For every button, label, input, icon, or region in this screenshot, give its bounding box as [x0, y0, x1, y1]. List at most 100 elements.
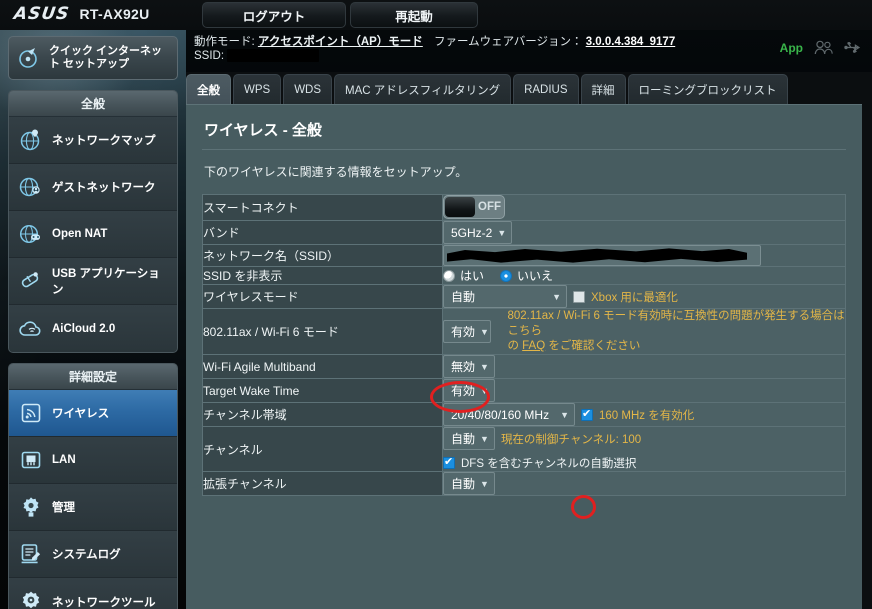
value-target-wake-time: 有効 ▼	[442, 378, 846, 403]
tab-radius[interactable]: RADIUS	[513, 74, 579, 104]
administration-icon	[23, 497, 39, 517]
quick-setup-icon	[19, 48, 37, 68]
hide-ssid-radio-group: はい いいえ	[443, 267, 845, 284]
sidebar-item-network-tools[interactable]: ネットワークツール	[9, 578, 177, 609]
channel-controls: 自動 ▼ 現在の制御チャンネル: 100 DFS を含むチャンネルの自動選択	[443, 427, 845, 471]
ax-mode-note: 802.11ax / Wi-Fi 6 モード有効時に互換性の問題が発生する場合は…	[507, 309, 845, 354]
sidebar-item-aicloud[interactable]: AiCloud 2.0	[9, 305, 177, 352]
chevron-down-icon: ▼	[497, 227, 507, 238]
quick-internet-setup-label: クイック インターネット セットアップ	[49, 44, 163, 71]
agile-multiband-select[interactable]: 無効 ▼	[443, 355, 495, 378]
header-icon-group: App	[780, 40, 864, 55]
current-control-channel-text: 現在の制御チャンネル: 100	[500, 433, 642, 446]
sidebar-item-lan-label: LAN	[52, 454, 76, 466]
label-hide-ssid: SSID を非表示	[202, 266, 443, 285]
network-map-icon	[20, 129, 40, 151]
value-extension-channel: 自動 ▼	[442, 471, 846, 496]
tab-mac-address-filtering[interactable]: MAC アドレスフィルタリング	[334, 74, 512, 104]
router-admin-page: ASUS RT-AX92U ログアウト 再起動 動作モード: アクセスポイント（…	[0, 0, 872, 609]
sidebar-group-advanced: 詳細設定 ワイヤレス LAN 管理 システムログ ネットワークツール	[8, 363, 178, 609]
users-icon[interactable]	[814, 40, 833, 55]
quick-internet-setup-button[interactable]: クイック インターネット セットアップ	[8, 36, 178, 80]
sidebar-item-open-nat[interactable]: Open NAT	[9, 211, 177, 258]
operation-mode-link[interactable]: アクセスポイント（AP）モード	[258, 36, 423, 48]
row-smart-connect: スマートコネクト OFF	[202, 194, 846, 221]
lan-icon	[21, 451, 41, 469]
chevron-down-icon: ▼	[480, 385, 489, 396]
header-ssid-redacted-value	[227, 49, 320, 62]
page-title: ワイヤレス - 全般	[204, 122, 322, 139]
sidebar-item-network-tools-label: ネットワークツール	[52, 596, 156, 609]
usb-icon[interactable]	[844, 40, 864, 55]
sidebar-item-aicloud-label: AiCloud 2.0	[52, 322, 116, 335]
channel-bandwidth-controls: 20/40/80/160 MHz ▼ 160 MHz を有効化	[443, 403, 845, 426]
band-select[interactable]: 5GHz-2 ▼	[443, 221, 513, 244]
chevron-down-icon: ▼	[480, 361, 489, 372]
sidebar-item-lan[interactable]: LAN	[9, 437, 177, 484]
page-description: 下のワイヤレスに関連する情報をセットアップ。	[204, 165, 468, 179]
logout-button[interactable]: ログアウト	[202, 2, 346, 28]
value-channel-bandwidth: 20/40/80/160 MHz ▼ 160 MHz を有効化	[442, 402, 846, 427]
enable-160mhz-checkbox[interactable]	[581, 407, 593, 421]
label-extension-channel: 拡張チャンネル	[202, 471, 443, 496]
app-link[interactable]: App	[780, 41, 803, 55]
channel-select[interactable]: 自動 ▼	[443, 427, 495, 450]
tab-bar: 全般 WPS WDS MAC アドレスフィルタリング RADIUS 詳細 ローミ…	[186, 72, 790, 104]
ax-mode-select[interactable]: 有効 ▼	[443, 320, 492, 343]
ssid-redaction-mark	[447, 248, 747, 263]
value-ssid	[442, 244, 846, 267]
sidebar-item-usb-application[interactable]: USB アプリケーション	[9, 258, 177, 305]
sidebar-item-network-map[interactable]: ネットワークマップ	[9, 117, 177, 164]
agile-multiband-select-value: 無効	[451, 360, 476, 374]
wireless-mode-select[interactable]: 自動 ▼	[443, 285, 567, 308]
firmware-version-link[interactable]: 3.0.0.4.384_9177	[586, 36, 676, 48]
header-ssid-line: SSID:	[194, 49, 320, 62]
firmware-label: ファームウェアバージョン：	[434, 36, 583, 48]
target-wake-time-select[interactable]: 有効 ▼	[443, 379, 495, 402]
wireless-mode-select-value: 自動	[451, 290, 476, 304]
ax-mode-select-value: 有効	[451, 325, 476, 339]
hide-ssid-radio-no[interactable]: いいえ	[500, 267, 553, 284]
sidebar-group-advanced-title: 詳細設定	[9, 364, 177, 390]
router-model-name: RT-AX92U	[79, 6, 150, 22]
row-channel: チャンネル 自動 ▼ 現在の制御チャンネル: 100 ✔ DFS を含むチャンネ…	[202, 426, 846, 472]
ax-mode-note-suffix: をご確認ください	[545, 340, 641, 352]
tab-general[interactable]: 全般	[186, 74, 231, 104]
sidebar-item-system-log[interactable]: システムログ	[9, 531, 177, 578]
label-ssid: ネットワーク名（SSID）	[202, 244, 443, 267]
sidebar-item-guest-network[interactable]: ゲストネットワーク	[9, 164, 177, 211]
tab-advanced[interactable]: 詳細	[580, 74, 626, 104]
value-smart-connect: OFF	[442, 194, 846, 221]
network-tools-icon	[22, 591, 40, 608]
tab-roaming-block-list[interactable]: ローミングブロックリスト	[627, 74, 788, 104]
value-wireless-mode: 自動 ▼ Xbox 用に最適化	[442, 284, 846, 309]
toggle-knob	[445, 197, 475, 217]
chevron-down-icon: ▼	[480, 478, 489, 489]
sidebar-item-system-log-label: システムログ	[52, 549, 121, 561]
reboot-button[interactable]: 再起動	[350, 2, 478, 28]
sidebar-item-usb-application-label: USB アプリケーション	[52, 268, 160, 296]
target-wake-time-select-value: 有効	[451, 384, 476, 398]
sidebar-item-wireless[interactable]: ワイヤレス	[9, 390, 177, 437]
sidebar-item-administration[interactable]: 管理	[9, 484, 177, 531]
ax-mode-note-prefix: の	[507, 340, 523, 352]
extension-channel-select[interactable]: 自動 ▼	[443, 472, 495, 495]
tab-wds[interactable]: WDS	[283, 74, 333, 104]
smart-connect-toggle[interactable]: OFF	[443, 195, 505, 219]
tab-wps[interactable]: WPS	[233, 74, 282, 104]
faq-link[interactable]: FAQ	[522, 340, 545, 352]
row-channel-bandwidth: チャンネル帯域 20/40/80/160 MHz ▼ 160 MHz を有効化	[202, 402, 846, 427]
channel-bandwidth-select[interactable]: 20/40/80/160 MHz ▼	[443, 403, 575, 426]
guest-network-icon	[19, 177, 40, 197]
label-band: バンド	[202, 220, 443, 245]
row-target-wake-time: Target Wake Time 有効 ▼	[202, 378, 846, 403]
value-hide-ssid: はい いいえ	[442, 266, 846, 285]
sidebar-item-network-map-label: ネットワークマップ	[52, 135, 156, 147]
hide-ssid-radio-yes[interactable]: はい	[443, 267, 484, 284]
wireless-mode-controls: 自動 ▼ Xbox 用に最適化	[443, 285, 845, 308]
dfs-auto-select-checkbox[interactable]	[443, 455, 455, 469]
ssid-input[interactable]	[443, 245, 761, 266]
xbox-optimize-checkbox[interactable]	[573, 290, 585, 303]
panel-right-gutter	[862, 104, 872, 609]
chevron-down-icon: ▼	[480, 433, 489, 444]
